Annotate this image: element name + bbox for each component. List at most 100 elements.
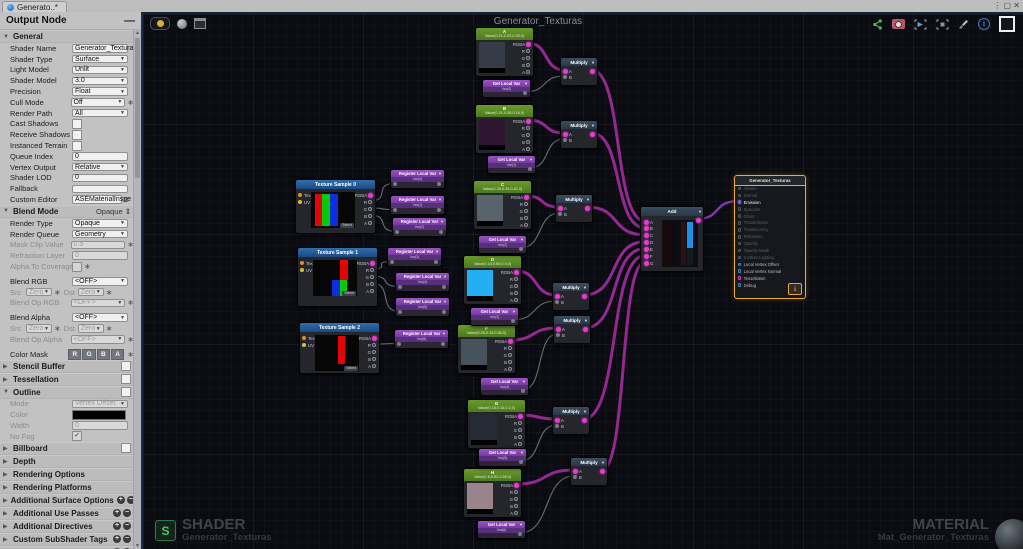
g-output-port[interactable] — [372, 349, 376, 354]
node-multiply[interactable]: Multiply ▼ A B — [553, 315, 591, 344]
output-port-row[interactable]: Opacity Mask — [735, 247, 805, 254]
g-output-port[interactable] — [508, 352, 512, 357]
shader-type-select[interactable]: Surface ▼ — [72, 54, 128, 64]
r-output-port[interactable] — [526, 125, 530, 130]
add-item-button[interactable]: + — [113, 509, 121, 518]
section-toggle-icon[interactable]: ▶ — [3, 536, 10, 543]
download-install-icon[interactable]: ⤓ — [788, 283, 802, 295]
node-get-local-var[interactable]: Get Local Var ▼ Var(1) — [487, 155, 536, 174]
output-port[interactable] — [695, 217, 701, 223]
output-port[interactable] — [600, 468, 605, 474]
r-output-port[interactable] — [526, 48, 530, 53]
scroll-up-icon[interactable]: ▲ — [134, 30, 141, 36]
node-register-local-var[interactable]: Register Local Var ▼ Var(0) — [390, 169, 445, 189]
select-texture-button[interactable]: Select — [344, 366, 358, 371]
c-input-port[interactable] — [643, 233, 649, 239]
node-get-local-var[interactable]: Get Local Var ▼ Var(0) — [482, 79, 531, 98]
output-port[interactable] — [518, 531, 522, 536]
src-select[interactable]: Zero ▼ — [26, 287, 52, 297]
section-header-rendering-platforms[interactable]: ▶ Rendering Platforms — [0, 480, 134, 494]
section-header-additional-use-passes[interactable]: ▶ Additional Use Passes + − — [0, 506, 134, 520]
section-header-additional-surface-options[interactable]: ▶ Additional Surface Options + − — [0, 493, 134, 507]
select-texture-button[interactable]: Select — [340, 223, 354, 228]
output-port[interactable] — [441, 342, 445, 346]
section-toggle-icon[interactable]: ▼ — [3, 34, 10, 40]
section-header-custom-subshader-tags[interactable]: ▶ Custom SubShader Tags + − — [0, 532, 134, 546]
rgba-output-port[interactable] — [370, 260, 375, 266]
output-port-row[interactable]: Custom Lighting — [735, 254, 805, 261]
output-port[interactable] — [590, 68, 595, 74]
node-a[interactable]: A Value(0.21,0.22,0.25,0) RGBA R G B A — [475, 27, 534, 77]
section-toggle-icon[interactable]: ▶ — [3, 523, 10, 530]
r-output-port[interactable] — [514, 489, 518, 494]
output-port-row[interactable]: Tessellation — [735, 275, 805, 282]
blend-alpha-select[interactable]: <OFF> ▼ — [72, 313, 128, 322]
wire-connection[interactable] — [508, 326, 559, 342]
wire-connection[interactable] — [585, 205, 647, 237]
port-dot[interactable] — [737, 193, 742, 198]
a-output-port[interactable] — [526, 146, 530, 151]
a-input-port[interactable] — [558, 205, 563, 211]
node-get-local-var[interactable]: Get Local Var ▼ Var(3) — [470, 307, 519, 326]
node-f[interactable]: F Value(0.28,0.33,0.36,0) RGBA R G B A — [457, 324, 516, 374]
input-port[interactable] — [395, 230, 399, 234]
a-output-port[interactable] — [372, 363, 376, 368]
tex-input-port[interactable] — [300, 260, 304, 265]
node-texture-sample-2[interactable]: Texture Sample 2 Tex UV RGBA R G B A Select — [299, 322, 380, 374]
port-dot[interactable] — [737, 221, 742, 225]
r-output-port[interactable] — [508, 345, 512, 350]
render-path-select[interactable]: All ▼ — [72, 108, 128, 118]
node-generator-texturas[interactable]: Generator_Texturas Albedo Normal Emission Sp… — [734, 175, 806, 299]
blend-op-alpha-select[interactable]: <OFF> ▼ — [70, 335, 126, 344]
width-input[interactable]: 0 — [72, 421, 128, 430]
section-toggle-icon[interactable]: ▼ — [3, 208, 10, 214]
colormask-a[interactable]: A — [111, 348, 125, 360]
g-output-port[interactable] — [524, 208, 528, 213]
section-header-billboard[interactable]: ▶ Billboard — [0, 441, 134, 455]
a-output-port[interactable] — [508, 366, 512, 371]
port-dot[interactable] — [737, 186, 742, 191]
output-port[interactable] — [442, 285, 446, 289]
rgba-output-port[interactable] — [514, 482, 519, 488]
g-output-port[interactable] — [518, 427, 522, 432]
node-register-local-var[interactable]: Register Local Var ▼ Var(6) — [394, 329, 449, 349]
input-port[interactable] — [397, 342, 401, 346]
b-input-port[interactable] — [573, 474, 577, 479]
panel-menu-icon[interactable]: — — [124, 15, 135, 26]
node-get-local-var[interactable]: Get Local Var ▼ Var(5) — [478, 448, 527, 467]
colormask-b[interactable]: B — [96, 348, 111, 360]
output-port[interactable] — [523, 90, 527, 95]
a-output-port[interactable] — [368, 220, 372, 225]
section-toggle-icon[interactable]: ▶ — [3, 497, 8, 504]
node-texture-sample-1[interactable]: Texture Sample 1 Tex UV RGBA R G B A Select — [297, 247, 378, 307]
add-item-button[interactable]: + — [113, 522, 121, 531]
output-port-row[interactable]: Local Vertex Offset — [735, 261, 805, 268]
section-toggle-icon[interactable]: ▶ — [3, 376, 10, 383]
precision-select[interactable]: Float ▼ — [72, 87, 128, 96]
port-dot[interactable] — [737, 241, 742, 246]
node-multiply[interactable]: Multiply ▼ A B — [552, 282, 590, 311]
node-register-local-var[interactable]: Register Local Var ▼ Var(4) — [395, 272, 450, 292]
blend-op-rgb-select[interactable]: <OFF> ▼ — [70, 298, 126, 308]
a-input-port[interactable] — [643, 219, 649, 225]
section-checkbox[interactable] — [121, 361, 131, 372]
input-port[interactable] — [390, 260, 394, 264]
queue-index-input[interactable]: 0 — [72, 152, 128, 161]
port-dot[interactable] — [737, 262, 742, 267]
output-port-row[interactable]: Emission — [735, 199, 805, 206]
a-input-port[interactable] — [556, 326, 561, 332]
uv-input-port[interactable] — [298, 199, 302, 204]
output-port[interactable] — [521, 388, 525, 393]
section-checkbox[interactable] — [121, 374, 131, 385]
rgba-output-port[interactable] — [518, 413, 523, 419]
node-multiply[interactable]: Multiply ▼ A B — [570, 457, 608, 486]
output-port-row[interactable]: Local Vertex Normal — [735, 268, 805, 275]
port-dot[interactable] — [737, 207, 742, 211]
output-port-row[interactable]: Albedo — [735, 185, 805, 192]
cull-mode-select[interactable]: Off ▼ — [70, 98, 126, 107]
render-type-select[interactable]: Opaque ▼ — [72, 219, 128, 228]
section-toggle-icon[interactable]: ▶ — [3, 363, 10, 370]
rgba-output-port[interactable] — [508, 338, 513, 344]
colormask-r[interactable]: R — [68, 348, 82, 360]
alpha-to-coverage-checkbox[interactable] — [72, 261, 82, 272]
